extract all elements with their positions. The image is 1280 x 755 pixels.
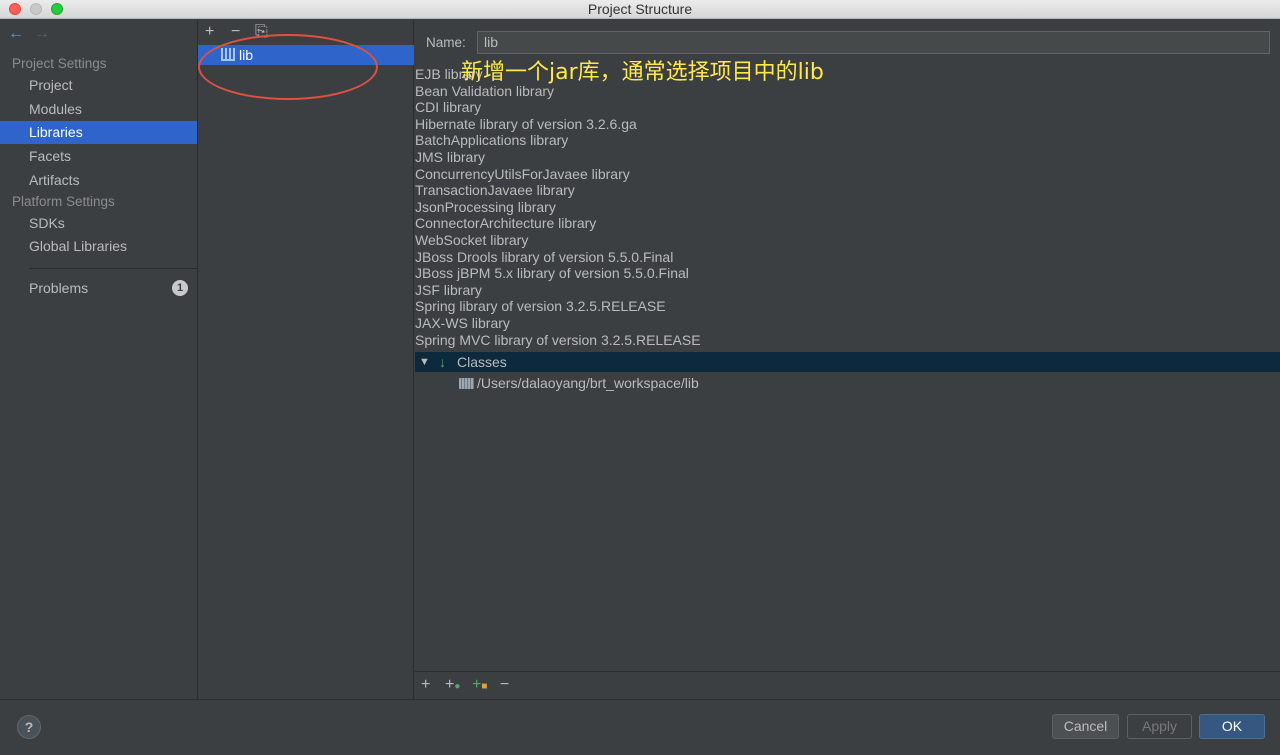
sidebar-item-modules[interactable]: Modules (0, 98, 197, 121)
add-root-button[interactable]: + (421, 675, 430, 695)
problems-label: Problems (29, 280, 88, 296)
details-toolbar: + +● +■ − (415, 671, 1280, 699)
classes-path-label: /Users/dalaoyang/brt_workspace/lib (477, 375, 699, 391)
library-type-item[interactable]: ConnectorArchitecture library (415, 215, 865, 232)
sidebar-item-global-libraries[interactable]: Global Libraries (0, 235, 197, 258)
title-bar: Project Structure (0, 0, 1280, 19)
project-settings-header: Project Settings (12, 56, 107, 71)
dialog-footer: ? Cancel Apply OK (0, 699, 1280, 755)
library-type-item[interactable]: JsonProcessing library (415, 199, 865, 216)
libraries-list-panel: + − ⎘ lib (197, 20, 414, 699)
library-type-item[interactable]: JSF library (415, 282, 865, 299)
platform-settings-header: Platform Settings (12, 194, 115, 209)
sidebar-item-project[interactable]: Project (0, 74, 197, 97)
cancel-button[interactable]: Cancel (1052, 714, 1119, 739)
library-type-item[interactable]: JBoss Drools library of version 5.5.0.Fi… (415, 249, 865, 266)
attach-jar-directories-button[interactable]: +■ (472, 675, 487, 697)
apply-button[interactable]: Apply (1127, 714, 1192, 739)
annotation-text: 新增一个jar库，通常选择项目中的lib (461, 54, 824, 86)
library-name-input[interactable]: lib (477, 31, 1270, 54)
settings-sidebar: ← → Project Settings Project Modules Lib… (0, 20, 197, 699)
library-type-item[interactable]: TransactionJavaee library (415, 182, 865, 199)
problems-count-badge: 1 (172, 280, 188, 296)
add-library-button[interactable]: + (205, 22, 214, 42)
sidebar-item-sdks[interactable]: SDKs (0, 212, 197, 235)
library-type-item[interactable]: JMS library (415, 149, 865, 166)
classes-tree-node[interactable]: ▼ ↓ Classes (415, 352, 1280, 372)
library-type-item[interactable]: CDI library (415, 99, 865, 116)
classes-label: Classes (457, 352, 507, 372)
library-type-item[interactable]: BatchApplications library (415, 132, 865, 149)
annotation-ellipse (198, 34, 378, 100)
library-type-item[interactable]: WebSocket library (415, 232, 865, 249)
name-label: Name: (426, 35, 466, 50)
back-arrow-icon[interactable]: ← (8, 24, 24, 44)
sidebar-item-facets[interactable]: Facets (0, 145, 197, 168)
ok-button[interactable]: OK (1199, 714, 1265, 739)
library-details-panel: Name: lib EJB library Bean Validation li… (415, 20, 1280, 699)
classes-root-icon: ↓ (439, 352, 446, 372)
library-type-item[interactable]: ConcurrencyUtilsForJavaee library (415, 166, 865, 183)
jar-directory-icon (459, 378, 474, 389)
sidebar-item-problems[interactable]: Problems 1 (0, 277, 197, 300)
sidebar-item-artifacts[interactable]: Artifacts (0, 169, 197, 192)
expand-triangle-icon[interactable]: ▼ (419, 352, 430, 372)
attach-files-button[interactable]: +● (445, 675, 460, 697)
forward-arrow-icon[interactable]: → (34, 24, 50, 44)
library-type-item[interactable]: JAX-WS library (415, 315, 865, 332)
remove-root-button[interactable]: − (500, 675, 509, 695)
library-type-list: EJB library Bean Validation library CDI … (415, 66, 865, 348)
library-type-item[interactable]: Hibernate library of version 3.2.6.ga (415, 116, 865, 133)
library-type-item[interactable]: Spring MVC library of version 3.2.5.RELE… (415, 332, 865, 349)
sidebar-divider (30, 268, 197, 269)
sidebar-item-libraries[interactable]: Libraries (0, 121, 197, 144)
library-type-item[interactable]: Spring library of version 3.2.5.RELEASE (415, 298, 865, 315)
library-type-item[interactable]: JBoss jBPM 5.x library of version 5.5.0.… (415, 265, 865, 282)
help-button[interactable]: ? (17, 715, 41, 739)
classes-path-item[interactable]: /Users/dalaoyang/brt_workspace/lib (459, 373, 699, 393)
window-title: Project Structure (0, 1, 1280, 17)
